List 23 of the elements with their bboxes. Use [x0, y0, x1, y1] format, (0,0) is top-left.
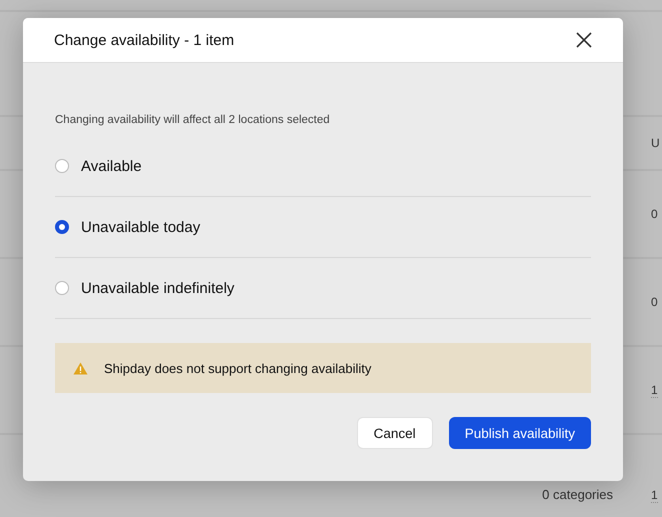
description-text: Changing availability will affect all 2 locations selected [55, 114, 331, 126]
radio-button[interactable] [55, 281, 69, 295]
table-cell: 1 [651, 383, 658, 398]
publish-button[interactable]: Publish availability [448, 417, 591, 449]
table-cell: 0 categories [542, 487, 613, 502]
option-label: Unavailable today [81, 218, 200, 236]
option-label: Available [81, 158, 142, 174]
table-cell: 1 [651, 488, 658, 503]
radio-option[interactable]: Available [55, 136, 591, 197]
close-icon [575, 31, 593, 49]
table-cell: 0 [651, 207, 658, 221]
close-button[interactable] [575, 31, 593, 49]
radio-option[interactable]: Unavailable today [55, 197, 591, 258]
cancel-button[interactable]: Cancel [356, 417, 433, 449]
option-label: Unavailable indefinitely [81, 280, 234, 296]
radio-button[interactable] [55, 159, 69, 173]
table-cell: 0 [651, 295, 658, 309]
radio-option[interactable]: Unavailable indefinitely [55, 258, 591, 319]
warning-icon [73, 362, 88, 374]
warning-text: Shipday does not support changing availability [104, 360, 372, 376]
column-header: U [651, 136, 661, 150]
radio-button[interactable] [55, 220, 69, 234]
dialog-title: Change availability - 1 item [54, 32, 234, 48]
